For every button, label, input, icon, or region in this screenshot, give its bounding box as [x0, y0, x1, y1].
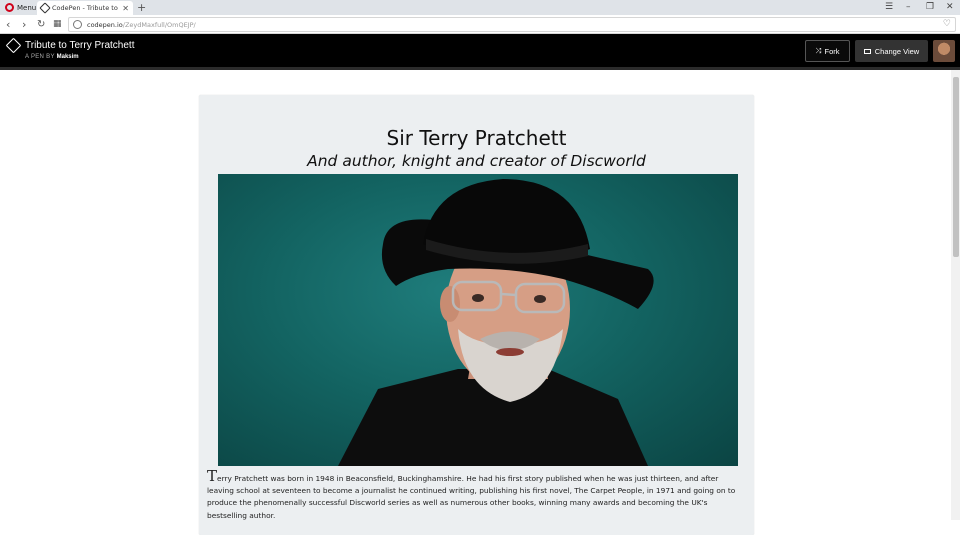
speed-dial-icon[interactable]: ▦	[53, 17, 62, 32]
address-bar-row: ‹ › ↻ ▦ codepen.io/ZeydMaxfull/OmQEJP/ ♡	[0, 15, 960, 34]
fork-label: Fork	[824, 46, 840, 56]
tab-menu-icon[interactable]: ☰	[885, 1, 893, 14]
author-link[interactable]: Maksim	[57, 54, 79, 60]
layout-icon	[863, 48, 871, 54]
page-title: Sir Terry Pratchett	[386, 126, 567, 150]
url-path: /ZeydMaxfull/OmQEJP/	[122, 20, 196, 29]
close-window-icon[interactable]: ✕	[946, 1, 954, 14]
header-divider	[0, 67, 960, 70]
browser-tab-bar: Menu CodePen - Tribute to Terry ✕ + ☰ – …	[0, 0, 960, 15]
minimize-icon[interactable]: –	[906, 1, 911, 14]
globe-icon	[73, 20, 82, 29]
byline-prefix: A PEN BY	[25, 54, 55, 60]
change-view-button[interactable]: Change View	[855, 40, 928, 62]
fork-button[interactable]: ⤨ Fork	[805, 40, 850, 62]
bio-paragraph: Terry Pratchett was born in 1948 in Beac…	[207, 469, 747, 522]
bio-text: erry Pratchett was born in 1948 in Beaco…	[207, 474, 736, 520]
change-view-label: Change View	[874, 46, 920, 56]
page-subtitle: And author, knight and creator of Discwo…	[307, 152, 646, 170]
back-icon[interactable]: ‹	[6, 17, 10, 32]
new-tab-icon[interactable]: +	[137, 1, 146, 14]
user-avatar[interactable]	[933, 40, 955, 62]
terry-pratchett-photo	[218, 174, 738, 466]
bookmark-heart-icon[interactable]: ♡	[943, 19, 951, 29]
tab-close-icon[interactable]: ✕	[122, 4, 129, 13]
url-field[interactable]: codepen.io/ZeydMaxfull/OmQEJP/ ♡	[68, 17, 956, 32]
browser-menu-label: Menu	[17, 3, 37, 12]
codepen-favicon-icon	[39, 2, 51, 14]
bio-drop-cap: T	[207, 467, 218, 485]
browser-menu-button[interactable]: Menu	[2, 1, 39, 14]
fork-icon: ⤨	[815, 46, 822, 55]
forward-icon[interactable]: ›	[22, 17, 26, 32]
restore-icon[interactable]: ❐	[926, 1, 934, 14]
browser-tab-active[interactable]: CodePen - Tribute to Terry ✕	[37, 1, 133, 15]
url-host: codepen.io	[87, 20, 123, 29]
tab-title: CodePen - Tribute to Terry	[52, 4, 119, 12]
portrait-illustration	[338, 179, 654, 466]
pen-byline: A PEN BY Maksim	[25, 54, 79, 60]
reload-icon[interactable]: ↻	[37, 17, 45, 32]
scrollbar-thumb[interactable]	[953, 77, 959, 257]
opera-logo-icon	[5, 3, 14, 12]
pen-title: Tribute to Terry Pratchett	[25, 40, 135, 51]
